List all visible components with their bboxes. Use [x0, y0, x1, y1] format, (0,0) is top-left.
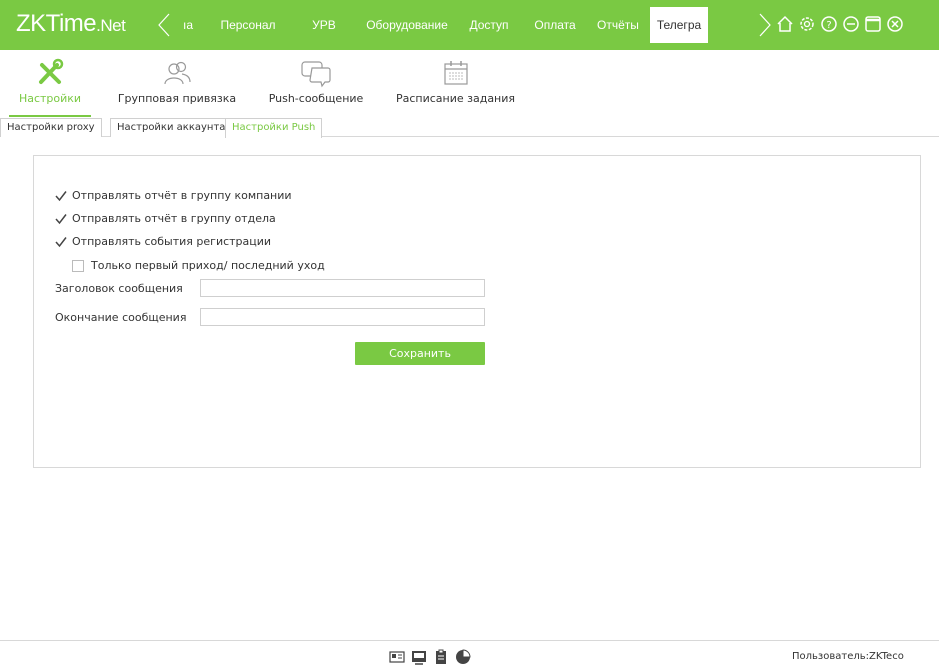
current-user: Пользователь:ZKTeco — [792, 651, 904, 662]
option-send-company-label: Отправлять отчёт в группу компании — [72, 189, 292, 202]
checkbox-checked-icon[interactable] — [55, 190, 67, 202]
tools-icon — [9, 50, 91, 88]
scroll-right-arrow-icon[interactable] — [758, 13, 772, 37]
option-send-events-label: Отправлять события регистрации — [72, 235, 272, 248]
tool-settings-label: Настройки — [18, 92, 82, 105]
message-header-input[interactable] — [200, 279, 485, 297]
svg-text:?: ? — [826, 20, 831, 31]
checkbox-checked-icon[interactable] — [55, 213, 67, 225]
logo-zk: ZK — [16, 10, 46, 37]
checkbox-checked-icon[interactable] — [55, 236, 67, 248]
tool-settings[interactable]: Настройки — [9, 50, 91, 118]
message-footer-input[interactable] — [200, 308, 485, 326]
group-users-icon — [112, 50, 242, 88]
tool-group-binding[interactable]: Групповая привязка — [112, 50, 242, 118]
menu-item-urv[interactable]: УРВ — [288, 7, 360, 43]
top-menu-bar: ZKTime.Net ıa Персонал УРВ Оборудование … — [0, 0, 939, 50]
save-button[interactable]: Сохранить — [355, 342, 485, 365]
minimize-icon[interactable] — [842, 13, 860, 35]
message-bubble-icon — [263, 50, 369, 88]
menu-item-reports[interactable]: Отчёты — [586, 7, 650, 43]
menu-item-equipment[interactable]: Оборудование — [360, 7, 454, 43]
maximize-icon[interactable] — [864, 13, 882, 35]
logo-time: Time — [45, 10, 97, 37]
tool-task-schedule[interactable]: Расписание задания — [393, 50, 518, 118]
main-menu: ıa Персонал УРВ Оборудование Доступ Опла… — [168, 0, 708, 50]
clipboard-icon[interactable] — [433, 649, 449, 665]
home-icon[interactable] — [776, 13, 794, 35]
subtab-account[interactable]: Настройки аккаунта — [110, 118, 233, 137]
option-send-events[interactable]: Отправлять события регистрации — [55, 235, 271, 248]
tool-task-schedule-label: Расписание задания — [395, 92, 516, 105]
subtab-proxy[interactable]: Настройки proxy — [0, 118, 102, 137]
id-card-icon[interactable] — [389, 649, 405, 665]
subtab-push[interactable]: Настройки Push — [225, 118, 323, 138]
tool-group-binding-label: Групповая привязка — [117, 92, 237, 105]
close-icon[interactable] — [886, 13, 904, 35]
window-controls: ? — [776, 13, 904, 35]
option-send-department-label: Отправлять отчёт в группу отдела — [72, 212, 276, 225]
status-icons — [389, 649, 471, 665]
option-first-last-only[interactable]: Только первый приход/ последний уход — [72, 259, 325, 272]
checkbox-unchecked[interactable] — [72, 259, 84, 272]
menu-item-telegram[interactable]: Телегра — [650, 7, 708, 43]
logo-net: .Net — [96, 16, 126, 35]
option-send-company[interactable]: Отправлять отчёт в группу компании — [55, 189, 292, 202]
push-settings-panel: Отправлять отчёт в группу компании Отпра… — [33, 155, 921, 468]
help-icon[interactable]: ? — [820, 13, 838, 35]
module-toolbar: Настройки Групповая привязка Push-сообще… — [0, 50, 939, 118]
message-footer-label: Окончание сообщения — [55, 311, 187, 324]
active-tool-underline — [9, 115, 91, 117]
menu-item-access[interactable]: Доступ — [454, 7, 524, 43]
tool-push-message-label: Push-сообщение — [268, 92, 364, 105]
option-send-department[interactable]: Отправлять отчёт в группу отдела — [55, 212, 276, 225]
option-first-last-only-label: Только первый приход/ последний уход — [91, 259, 325, 272]
device-icon[interactable] — [411, 649, 427, 665]
menu-item-partial[interactable]: ıa — [168, 7, 208, 43]
calendar-icon — [393, 50, 518, 88]
tool-push-message[interactable]: Push-сообщение — [263, 50, 369, 118]
message-header-label: Заголовок сообщения — [55, 282, 183, 295]
gear-icon[interactable] — [798, 13, 816, 35]
app-logo: ZKTime.Net — [16, 10, 126, 38]
menu-item-personnel[interactable]: Персонал — [208, 7, 288, 43]
settings-subtabs: Настройки proxy Настройки аккаунта Настр… — [0, 118, 939, 138]
status-bar: Пользователь:ZKTeco — [0, 640, 939, 672]
pie-chart-icon[interactable] — [455, 649, 471, 665]
menu-item-payment[interactable]: Оплата — [524, 7, 586, 43]
